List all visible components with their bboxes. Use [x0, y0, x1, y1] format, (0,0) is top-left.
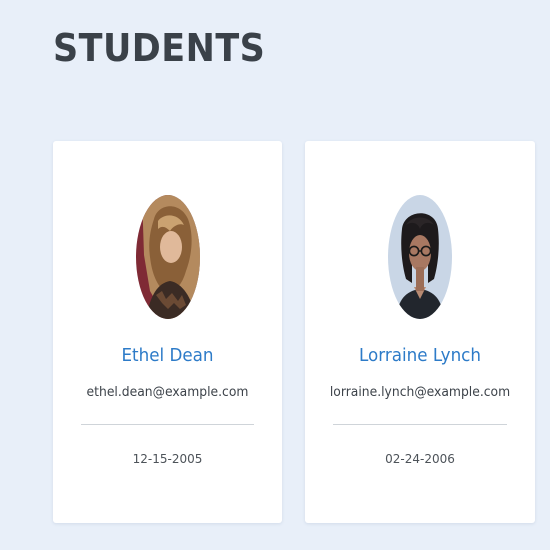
- student-photo-icon: [388, 195, 452, 319]
- card-divider: [81, 424, 254, 425]
- student-photo-icon: [135, 195, 200, 319]
- student-card[interactable]: Lorraine Lynch lorraine.lynch@example.co…: [305, 141, 535, 523]
- student-name[interactable]: Ethel Dean: [61, 345, 274, 366]
- student-avatar: [135, 195, 200, 319]
- student-email: ethel.dean@example.com: [86, 385, 249, 400]
- student-card[interactable]: Ethel Dean ethel.dean@example.com 12-15-…: [53, 141, 282, 523]
- students-page: STUDENTS Ethel Dean ethel.dean@example.c…: [0, 0, 550, 550]
- student-email: lorraine.lynch@example.com: [329, 385, 511, 400]
- page-title: STUDENTS: [53, 26, 266, 70]
- card-divider: [333, 424, 507, 425]
- student-name[interactable]: Lorraine Lynch: [313, 345, 527, 366]
- student-avatar: [388, 195, 452, 319]
- student-date: 12-15-2005: [132, 452, 203, 466]
- student-date: 02-24-2006: [385, 452, 455, 466]
